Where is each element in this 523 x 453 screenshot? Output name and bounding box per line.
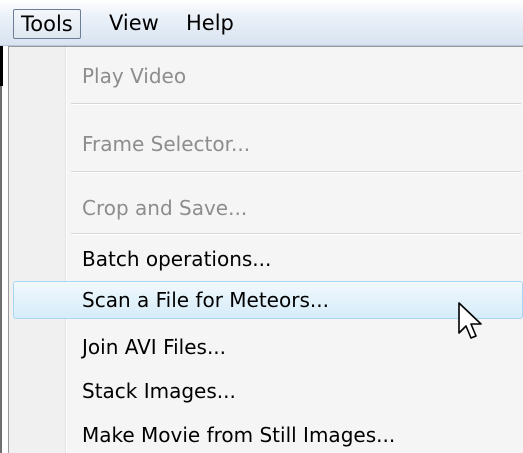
menu-item-make-movie-from-still-images[interactable]: Make Movie from Still Images...	[13, 416, 523, 453]
menu-item-label: Make Movie from Still Images...	[82, 423, 396, 447]
menu-item-label: Batch operations...	[82, 247, 272, 271]
menu-item-label: Crop and Save...	[82, 196, 248, 220]
window-edge	[0, 46, 3, 86]
menu-item-play-video[interactable]: Play Video	[13, 57, 523, 95]
menu-item-label: Stack Images...	[82, 379, 236, 403]
menu-bar: Tools View Help	[0, 0, 523, 46]
menu-separator	[71, 233, 521, 235]
menu-item-scan-file-for-meteors[interactable]: Scan a File for Meteors...	[13, 281, 523, 319]
menu-separator	[71, 171, 521, 173]
tools-dropdown-menu: Play Video Frame Selector... Crop and Sa…	[8, 46, 523, 453]
arrow-pointer-icon	[458, 302, 482, 339]
menu-item-join-avi-files[interactable]: Join AVI Files...	[13, 328, 523, 366]
menu-help[interactable]: Help	[179, 9, 241, 39]
menu-item-label: Join AVI Files...	[82, 335, 227, 359]
menu-item-stack-images[interactable]: Stack Images...	[13, 372, 523, 410]
menu-item-label: Frame Selector...	[82, 132, 251, 156]
app-window: Tools View Help Play Video Frame Selecto…	[0, 0, 523, 453]
menu-separator	[71, 103, 521, 105]
menu-tools[interactable]: Tools	[13, 9, 81, 39]
menu-item-batch-operations[interactable]: Batch operations...	[13, 240, 523, 278]
menu-item-label: Scan a File for Meteors...	[82, 288, 329, 312]
menu-item-crop-and-save[interactable]: Crop and Save...	[13, 189, 523, 227]
menu-item-frame-selector[interactable]: Frame Selector...	[13, 125, 523, 163]
menu-view[interactable]: View	[102, 9, 166, 39]
menu-item-label: Play Video	[82, 64, 187, 88]
window-edge-lower	[0, 86, 2, 453]
